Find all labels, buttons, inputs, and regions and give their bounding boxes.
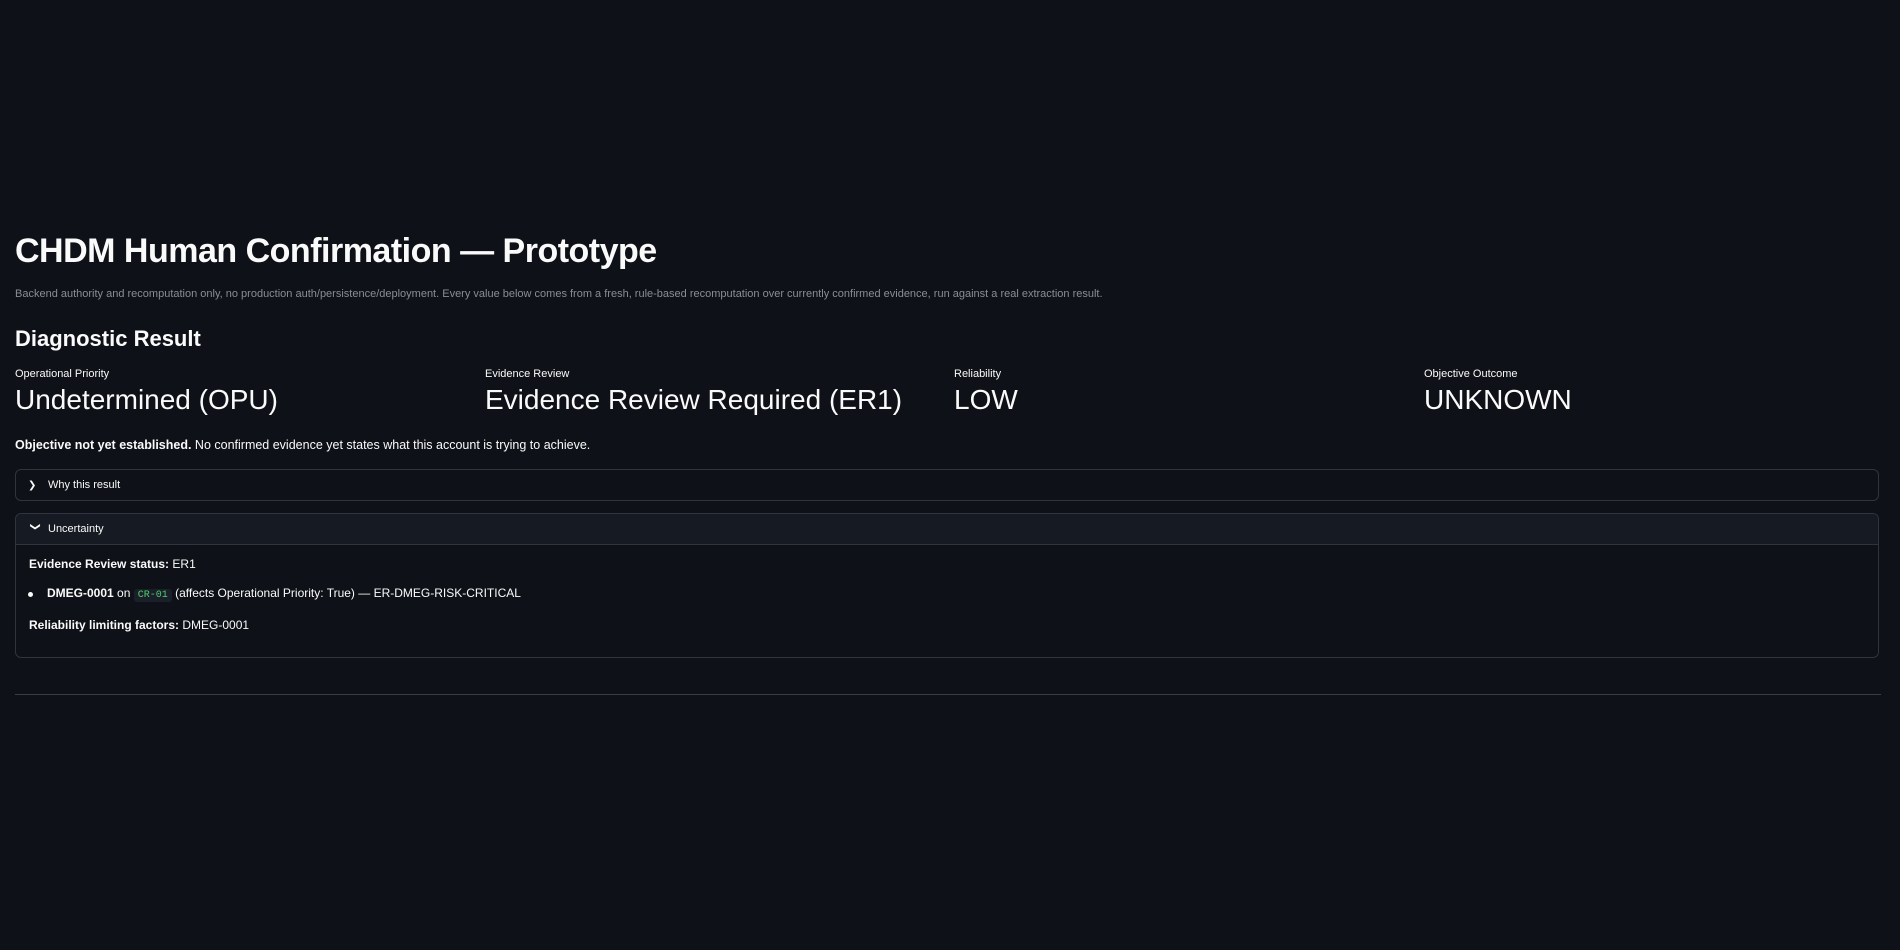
item-code: CR-01 xyxy=(133,589,172,602)
divider xyxy=(15,694,1881,695)
uncertainty-expander: ❯ Uncertainty Evidence Review status: ER… xyxy=(15,513,1879,658)
status-value: ER1 xyxy=(169,557,196,571)
item-id: DMEG-0001 xyxy=(47,586,114,600)
metric-operational-priority: Operational Priority Undetermined (OPU) xyxy=(15,368,278,416)
page-title: CHDM Human Confirmation — Prototype xyxy=(15,232,657,270)
objective-note-bold: Objective not yet established. xyxy=(15,438,192,452)
page-caption: Backend authority and recomputation only… xyxy=(15,288,1103,300)
metric-objective-outcome: Objective Outcome UNKNOWN xyxy=(1424,368,1572,416)
metrics-row: Operational Priority Undetermined (OPU) … xyxy=(15,368,1881,424)
metric-label: Objective Outcome xyxy=(1424,368,1518,380)
objective-note-text: No confirmed evidence yet states what th… xyxy=(191,438,591,452)
item-on: on xyxy=(113,586,134,600)
metric-value: Evidence Review Required (ER1) xyxy=(485,384,903,415)
metric-label: Operational Priority xyxy=(15,368,110,380)
status-label: Evidence Review status: xyxy=(29,557,170,571)
chevron-down-icon: ❯ xyxy=(29,522,41,531)
diagnostic-result-header: Diagnostic Result xyxy=(15,326,201,351)
limiting-value: DMEG-0001 xyxy=(179,618,250,632)
why-this-result-expander: ❯ Why this result xyxy=(15,469,1879,501)
metric-reliability: Reliability LOW xyxy=(954,368,1018,416)
objective-note: Objective not yet established. No confir… xyxy=(15,438,590,452)
why-this-result-toggle[interactable]: ❯ Why this result xyxy=(16,470,1878,500)
limiting-label: Reliability limiting factors: xyxy=(29,618,180,632)
uncertainty-toggle[interactable]: ❯ Uncertainty xyxy=(16,514,1878,545)
uncertainty-list-item: DMEG-0001 on CR-01 (affects Operational … xyxy=(47,586,521,602)
why-this-result-label: Why this result xyxy=(48,479,121,491)
bullet-icon xyxy=(28,592,33,597)
chevron-right-icon: ❯ xyxy=(28,479,37,491)
reliability-limiting-factors: Reliability limiting factors: DMEG-0001 xyxy=(29,618,249,632)
metric-value: UNKNOWN xyxy=(1424,384,1572,415)
metric-value: Undetermined (OPU) xyxy=(15,384,278,415)
metric-value: LOW xyxy=(954,384,1018,415)
item-detail: (affects Operational Priority: True) — E… xyxy=(171,586,521,600)
metric-evidence-review: Evidence Review Evidence Review Required… xyxy=(485,368,902,416)
metric-label: Evidence Review xyxy=(485,368,570,380)
metric-label: Reliability xyxy=(954,368,1002,380)
evidence-review-status: Evidence Review status: ER1 xyxy=(29,557,196,571)
uncertainty-label: Uncertainty xyxy=(48,523,104,535)
